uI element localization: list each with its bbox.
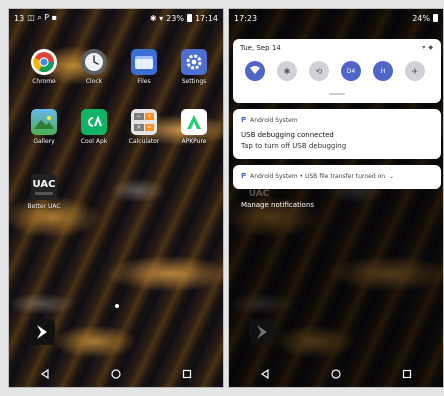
clock-icon bbox=[81, 49, 107, 75]
quick-settings-panel: Tue, Sep 14 ▾ ◆ ✱ ⟲ D4 H ✈ bbox=[233, 39, 441, 103]
rotate-icon: ⟲ bbox=[315, 66, 323, 76]
back-button[interactable] bbox=[39, 368, 51, 380]
calculator-icon: − + × = bbox=[131, 109, 157, 135]
signal-icon: ▾ bbox=[422, 44, 426, 51]
navigation-bar bbox=[9, 361, 223, 387]
folder-icon bbox=[131, 49, 157, 75]
recents-button[interactable] bbox=[401, 368, 413, 380]
app-label: Files bbox=[137, 78, 151, 85]
notification-shade-screen: 17:23 24% Tue, Sep 14 ▾ ◆ ✱ ⟲ D4 H ✈ P A… bbox=[228, 8, 444, 388]
notification-icons: ◫ ⌕ P ▪ bbox=[27, 13, 58, 22]
bluetooth-icon: ✱ bbox=[283, 66, 291, 76]
notification-app-name: Android System bbox=[250, 116, 298, 124]
app-settings[interactable]: Settings bbox=[169, 49, 219, 85]
qs-tile-wifi[interactable] bbox=[245, 61, 265, 81]
notification-count: 13 bbox=[14, 13, 25, 23]
battery-level: 23% bbox=[166, 13, 184, 23]
coolapk-icon bbox=[81, 109, 107, 135]
wifi-icon bbox=[250, 66, 260, 76]
status-bar: 13 ◫ ⌕ P ▪ ✱ ▾ 23% 17:14 bbox=[9, 9, 223, 27]
gallery-icon bbox=[31, 109, 57, 135]
page-indicator bbox=[115, 304, 119, 308]
battery-icon bbox=[186, 14, 192, 22]
home-button[interactable] bbox=[110, 368, 122, 380]
qs-drag-handle[interactable] bbox=[329, 93, 345, 95]
home-screen: 13 ◫ ⌕ P ▪ ✱ ▾ 23% 17:14 Chrome Clock Fi… bbox=[8, 8, 224, 388]
app-label: Cool Apk bbox=[80, 138, 108, 145]
back-button[interactable] bbox=[259, 368, 271, 380]
home-button[interactable] bbox=[330, 368, 342, 380]
app-better-uac[interactable]: UAC Better UAC bbox=[19, 174, 69, 210]
uac-logo-text: UAC bbox=[248, 189, 270, 199]
navigation-bar bbox=[229, 361, 443, 387]
wifi-icon: ◆ bbox=[428, 44, 433, 51]
recents-button[interactable] bbox=[181, 368, 193, 380]
uac-icon: UAC bbox=[247, 185, 271, 203]
app-label: Gallery bbox=[33, 138, 55, 145]
qs-tile-bluetooth[interactable]: ✱ bbox=[277, 61, 297, 81]
clock-time: 17:23 bbox=[234, 13, 258, 23]
launcher-logo-icon[interactable] bbox=[29, 319, 55, 345]
android-system-icon: P bbox=[241, 116, 247, 124]
app-gallery[interactable]: Gallery bbox=[19, 109, 69, 145]
status-bar: 17:23 24% bbox=[229, 9, 443, 27]
apkpure-icon bbox=[181, 109, 207, 135]
app-label: Calculator bbox=[128, 138, 160, 145]
qs-tile-d4[interactable]: D4 bbox=[341, 61, 361, 81]
qs-date: Tue, Sep 14 bbox=[240, 44, 281, 52]
app-clock[interactable]: Clock bbox=[69, 49, 119, 85]
qs-status-icons: ▾ ◆ bbox=[422, 44, 433, 51]
app-coolapk[interactable]: Cool Apk bbox=[69, 109, 119, 145]
android-system-icon: P bbox=[241, 172, 247, 180]
uac-logo-text: UAC bbox=[32, 178, 56, 190]
notification-title: USB debugging connected bbox=[241, 131, 334, 139]
notification-body: Tap to turn off USB debugging bbox=[241, 142, 347, 150]
launcher-logo-icon bbox=[249, 319, 275, 345]
notification-usb-debugging[interactable]: P Android System USB debugging connected… bbox=[233, 109, 441, 159]
app-label: APKPure bbox=[181, 138, 207, 145]
gear-icon bbox=[181, 49, 207, 75]
app-label: Clock bbox=[85, 78, 103, 85]
airplane-icon: ✈ bbox=[411, 66, 419, 76]
bluetooth-wifi-icons: ✱ ▾ bbox=[149, 13, 164, 23]
qs-tile-h[interactable]: H bbox=[373, 61, 393, 81]
app-label: Chrome bbox=[32, 78, 56, 85]
expand-chevron-icon[interactable]: ⌄ bbox=[389, 173, 394, 180]
notification-summary: Android System • USB file transfer turne… bbox=[250, 172, 386, 180]
app-label: Settings bbox=[181, 78, 207, 85]
clock-time: 17:14 bbox=[194, 13, 218, 23]
app-calculator[interactable]: − + × = Calculator bbox=[119, 109, 169, 145]
battery-level: 24% bbox=[412, 13, 430, 23]
qs-tile-airplane[interactable]: ✈ bbox=[405, 61, 425, 81]
battery-icon bbox=[433, 14, 438, 22]
app-chrome[interactable]: Chrome bbox=[19, 49, 69, 85]
app-apkpure[interactable]: APKPure bbox=[169, 109, 219, 145]
chrome-icon bbox=[31, 49, 57, 75]
app-files[interactable]: Files bbox=[119, 49, 169, 85]
uac-icon: UAC bbox=[31, 174, 57, 200]
app-label: Better UAC bbox=[27, 203, 61, 210]
qs-tile-autorotate[interactable]: ⟲ bbox=[309, 61, 329, 81]
